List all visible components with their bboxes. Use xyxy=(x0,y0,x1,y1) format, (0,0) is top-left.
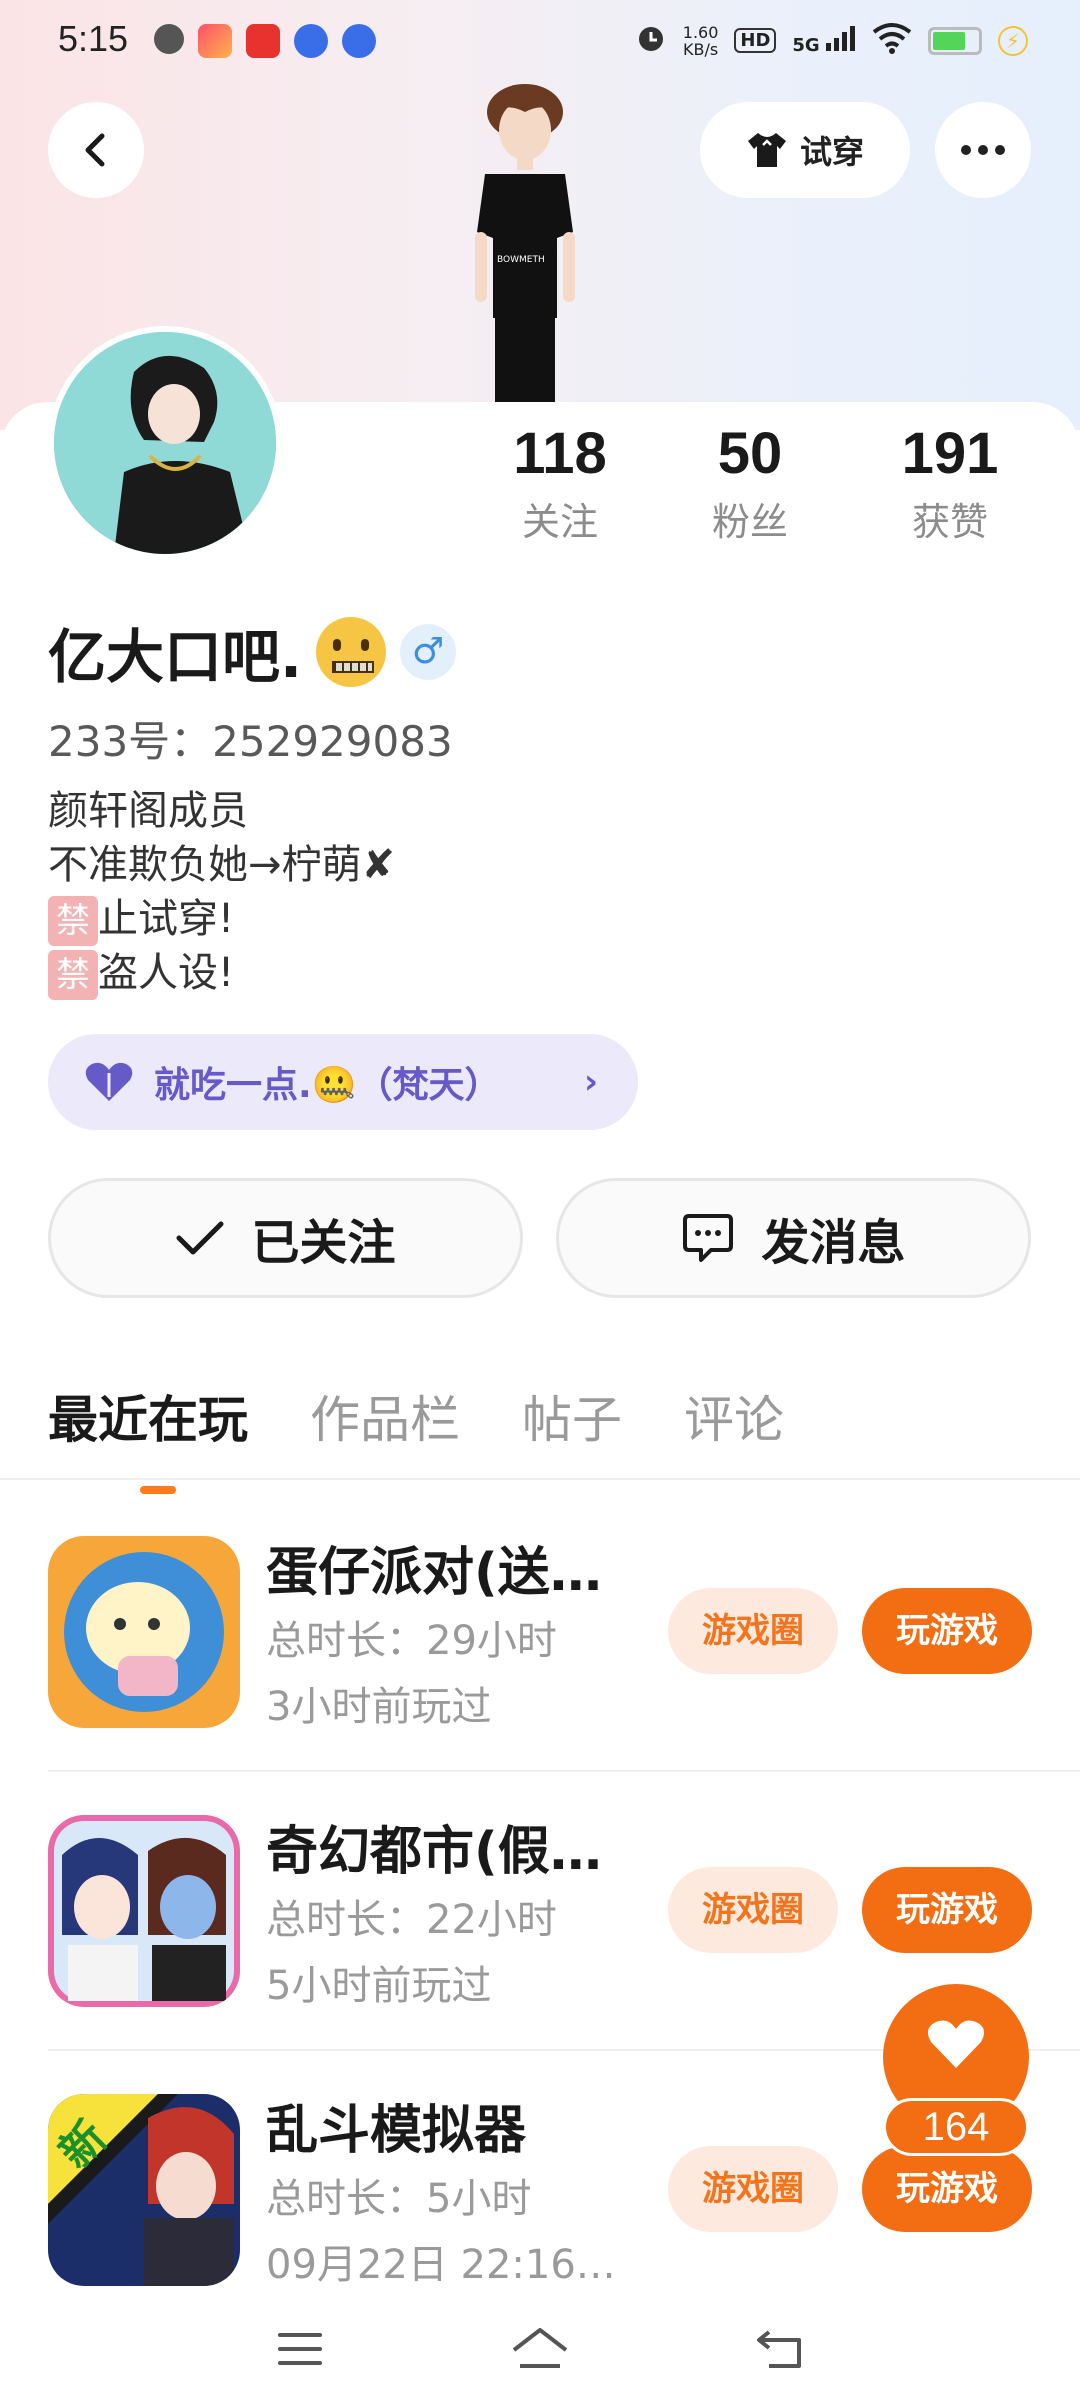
profile-stats: 118 关注 50 粉丝 191 获赞 xyxy=(470,420,1050,546)
send-message-button[interactable]: 发消息 xyxy=(556,1178,1031,1298)
followed-label: 已关注 xyxy=(251,1215,396,1271)
status-bar: 5:15 1.60 KB/s HD 5G ⚡ xyxy=(0,0,1080,84)
chat-bubble-icon xyxy=(683,1214,734,1262)
shopping-app-icon xyxy=(246,24,280,58)
play-game-button[interactable]: 玩游戏 xyxy=(862,2146,1032,2232)
tab-comments[interactable]: 评论 xyxy=(684,1380,784,1452)
status-right-group: 1.60 KB/s HD 5G ⚡ xyxy=(635,22,1028,59)
list-item[interactable]: 蛋仔派对(送… 总时长：29小时 3小时前玩过 游戏圈 玩游戏 xyxy=(48,1536,1032,1814)
ban-badge: 禁 xyxy=(48,896,98,946)
user-id[interactable]: 233号：252929083 xyxy=(48,708,453,769)
more-dot-icon xyxy=(995,145,1005,155)
stat-value: 191 xyxy=(901,421,999,486)
status-notification-icons xyxy=(154,24,376,58)
video-app-icon xyxy=(198,24,232,58)
game-circle-button[interactable]: 游戏圈 xyxy=(668,1588,838,1674)
baidu-app-icon xyxy=(294,24,328,58)
battery-icon xyxy=(928,26,982,55)
bio-line: 不准欺负她→柠萌✘ xyxy=(48,842,396,888)
game-icon-brawl-simulator: 新 xyxy=(48,2094,240,2286)
checkmark-icon xyxy=(176,1221,224,1255)
signal-icon: 5G xyxy=(792,25,856,56)
profile-tabs: 最近在玩 作品栏 帖子 评论 xyxy=(48,1380,784,1494)
game-last-played: 3小时前玩过 xyxy=(266,1684,492,1730)
game-duration: 总时长：5小时 xyxy=(266,2176,532,2222)
game-circle-button[interactable]: 游戏圈 xyxy=(668,1867,838,1953)
like-count: 164 xyxy=(883,2098,1029,2156)
try-on-button[interactable]: 试穿 xyxy=(700,102,910,198)
heart-icon xyxy=(927,2020,985,2068)
wifi-icon xyxy=(872,22,912,59)
zipper-mouth-face-icon xyxy=(316,617,387,687)
game-icon-fantasy-city xyxy=(48,1815,240,2007)
bio-line: 禁止试穿! xyxy=(48,892,395,946)
stat-followers[interactable]: 50 粉丝 xyxy=(650,420,850,546)
play-game-button[interactable]: 玩游戏 xyxy=(862,1867,1032,1953)
bio-line: 禁盗人设! xyxy=(48,946,395,1000)
game-duration: 总时长：22小时 xyxy=(266,1897,557,1943)
game-circle-button[interactable]: 游戏圈 xyxy=(668,2146,838,2232)
game-meta: 总时长：22小时 5小时前玩过 xyxy=(266,1887,686,2019)
game-icon-eggy-party xyxy=(48,1536,240,1728)
system-navigation-bar xyxy=(0,2290,1080,2408)
network-speed: 1.60 KB/s xyxy=(682,22,719,59)
partner-relationship-chip[interactable]: 就吃一点.🤐（梵天） › xyxy=(48,1034,638,1130)
game-duration: 总时长：29小时 xyxy=(266,1618,557,1664)
menu-icon[interactable] xyxy=(265,2319,335,2379)
profile-bio: 颜轩阁成员 不准欺负她→柠萌✘ 禁止试穿! 禁盗人设! xyxy=(48,784,395,1000)
avatar[interactable] xyxy=(48,326,282,560)
game-last-played: 09月22日 22:16… xyxy=(266,2242,616,2288)
status-time: 5:15 xyxy=(58,18,129,59)
alarm-icon xyxy=(635,22,667,59)
send-message-label: 发消息 xyxy=(761,1215,906,1271)
back-nav-icon[interactable] xyxy=(745,2319,815,2379)
name-row: 亿大口吧. ♂ xyxy=(48,610,457,694)
game-title: 乱斗模拟器 xyxy=(266,2101,527,2161)
stat-label: 关注 xyxy=(521,500,598,544)
tab-recently-played[interactable]: 最近在玩 xyxy=(48,1380,248,1494)
baidu-app-icon-2 xyxy=(342,24,376,58)
game-title: 蛋仔派对(送… xyxy=(266,1543,602,1603)
partner-label: 就吃一点.🤐（梵天） xyxy=(154,1065,501,1106)
profile-name: 亿大口吧. xyxy=(48,623,303,691)
more-options-button[interactable] xyxy=(935,102,1031,198)
chevron-left-icon xyxy=(85,133,105,167)
svg-text:BOWMETH: BOWMETH xyxy=(497,255,545,265)
male-gender-icon: ♂ xyxy=(400,624,457,680)
stat-likes[interactable]: 191 获赞 xyxy=(850,420,1050,546)
tab-posts[interactable]: 帖子 xyxy=(522,1380,622,1452)
try-on-label: 试穿 xyxy=(799,133,864,171)
stat-value: 118 xyxy=(513,421,607,486)
profile-3d-avatar-figure: BOWMETH xyxy=(445,82,605,402)
stat-label: 粉丝 xyxy=(711,500,788,544)
more-dot-icon xyxy=(978,145,988,155)
tab-divider xyxy=(0,1478,1080,1480)
row-divider xyxy=(48,1770,1080,1772)
hd-badge: HD xyxy=(734,28,777,53)
game-meta: 总时长：29小时 3小时前玩过 xyxy=(266,1608,686,1740)
heart-icon xyxy=(85,1062,133,1101)
play-game-button[interactable]: 玩游戏 xyxy=(862,1588,1032,1674)
game-last-played: 5小时前玩过 xyxy=(266,1963,492,2009)
chevron-right-icon: › xyxy=(583,1062,598,1102)
followed-button[interactable]: 已关注 xyxy=(48,1178,523,1298)
back-button[interactable] xyxy=(48,102,144,198)
ban-badge: 禁 xyxy=(48,950,98,1000)
stat-label: 获赞 xyxy=(911,500,988,544)
charging-icon: ⚡ xyxy=(998,25,1028,56)
game-title: 奇幻都市(假… xyxy=(266,1822,602,1882)
home-icon[interactable] xyxy=(505,2319,575,2379)
bio-line: 颜轩阁成员 xyxy=(48,788,248,834)
tab-works[interactable]: 作品栏 xyxy=(310,1380,460,1452)
app-notification-icon xyxy=(154,24,184,54)
more-dot-icon xyxy=(961,145,971,155)
game-meta: 总时长：5小时 09月22日 22:16… xyxy=(266,2166,686,2298)
stat-following[interactable]: 118 关注 xyxy=(470,420,650,546)
stat-value: 50 xyxy=(717,421,783,486)
tshirt-icon xyxy=(747,133,786,167)
